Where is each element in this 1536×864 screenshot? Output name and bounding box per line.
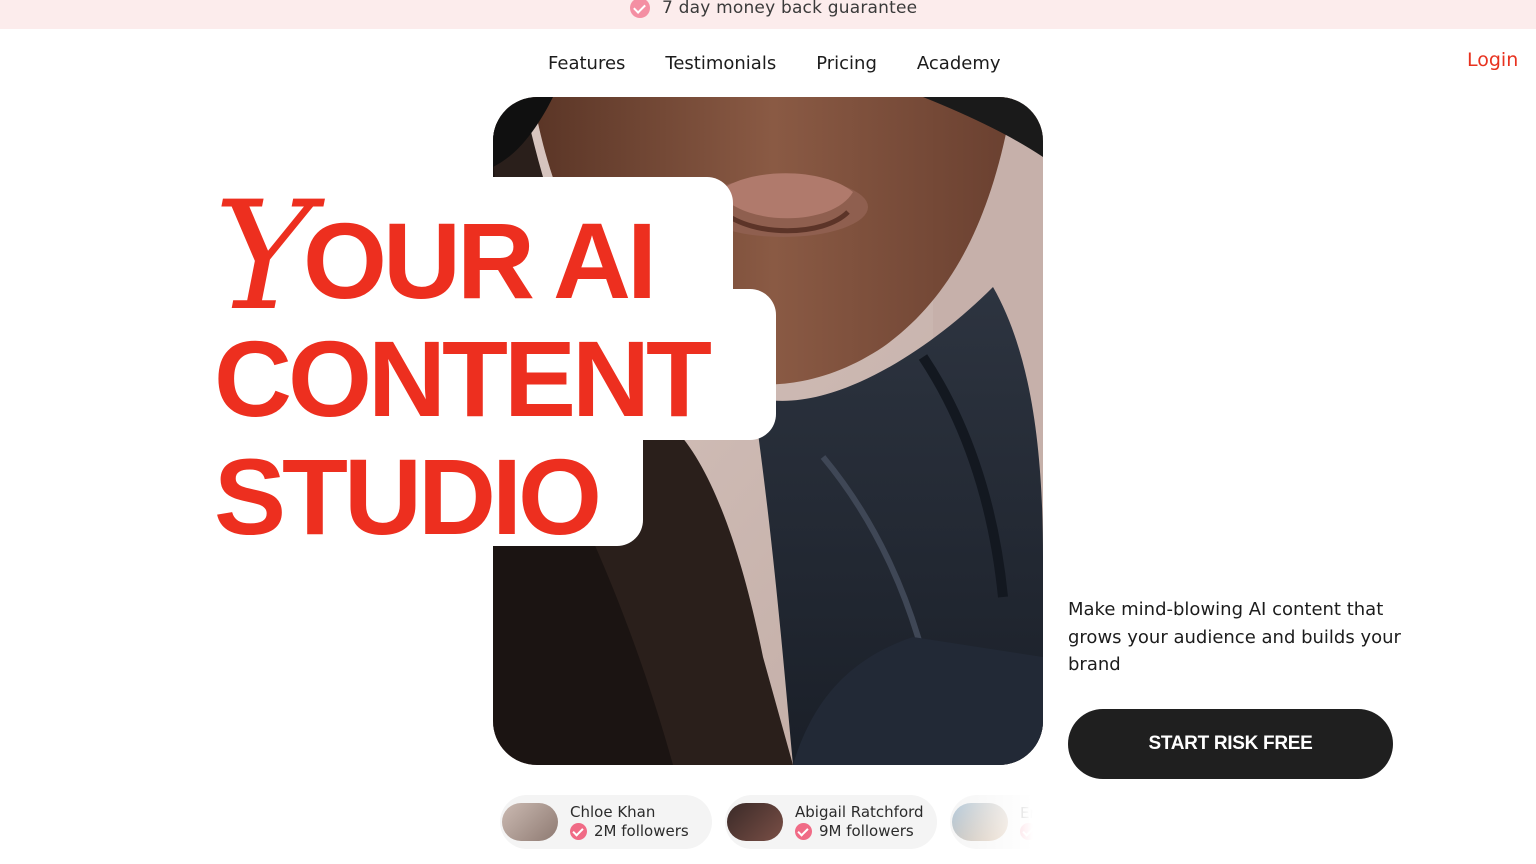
headline-line-1: YOUR AI	[214, 170, 774, 344]
creator-carousel: Chloe Khan 2M followers Abigail Ratchfor…	[500, 795, 1043, 851]
creator-name: Abigail Ratchford	[795, 803, 924, 821]
guarantee-text: 7 day money back guarantee	[662, 0, 918, 18]
headline-script-letter: Y	[214, 170, 313, 344]
nav-features[interactable]: Features	[548, 53, 625, 74]
guarantee-banner: 7 day money back guarantee	[0, 0, 1536, 29]
nav-academy[interactable]: Academy	[917, 53, 1001, 74]
headline-line-3: STUDIO	[214, 436, 602, 557]
carousel-fade	[940, 795, 1043, 851]
hero-tagline: Make mind-blowing AI content that grows …	[1068, 599, 1401, 675]
nav-testimonials[interactable]: Testimonials	[665, 53, 776, 74]
nav-pricing[interactable]: Pricing	[816, 53, 877, 74]
headline-line-1-text: OUR AI	[303, 200, 657, 321]
login-link[interactable]: Login	[1467, 49, 1518, 71]
creator-followers: 9M followers	[819, 822, 914, 840]
creator-followers: 2M followers	[594, 822, 689, 840]
creator-card[interactable]: Abigail Ratchford 9M followers	[725, 795, 937, 849]
verified-check-icon	[570, 823, 587, 840]
avatar	[502, 803, 558, 841]
check-badge-icon	[630, 0, 650, 18]
creator-name: Chloe Khan	[570, 803, 656, 821]
main-nav: Features Testimonials Pricing Academy	[548, 49, 1001, 77]
avatar	[727, 803, 783, 841]
verified-check-icon	[795, 823, 812, 840]
creator-card[interactable]: Chloe Khan 2M followers	[500, 795, 712, 849]
start-risk-free-button[interactable]: START RISK FREE	[1068, 709, 1393, 779]
hero-headline: YOUR AI CONTENT STUDIO	[214, 170, 774, 557]
